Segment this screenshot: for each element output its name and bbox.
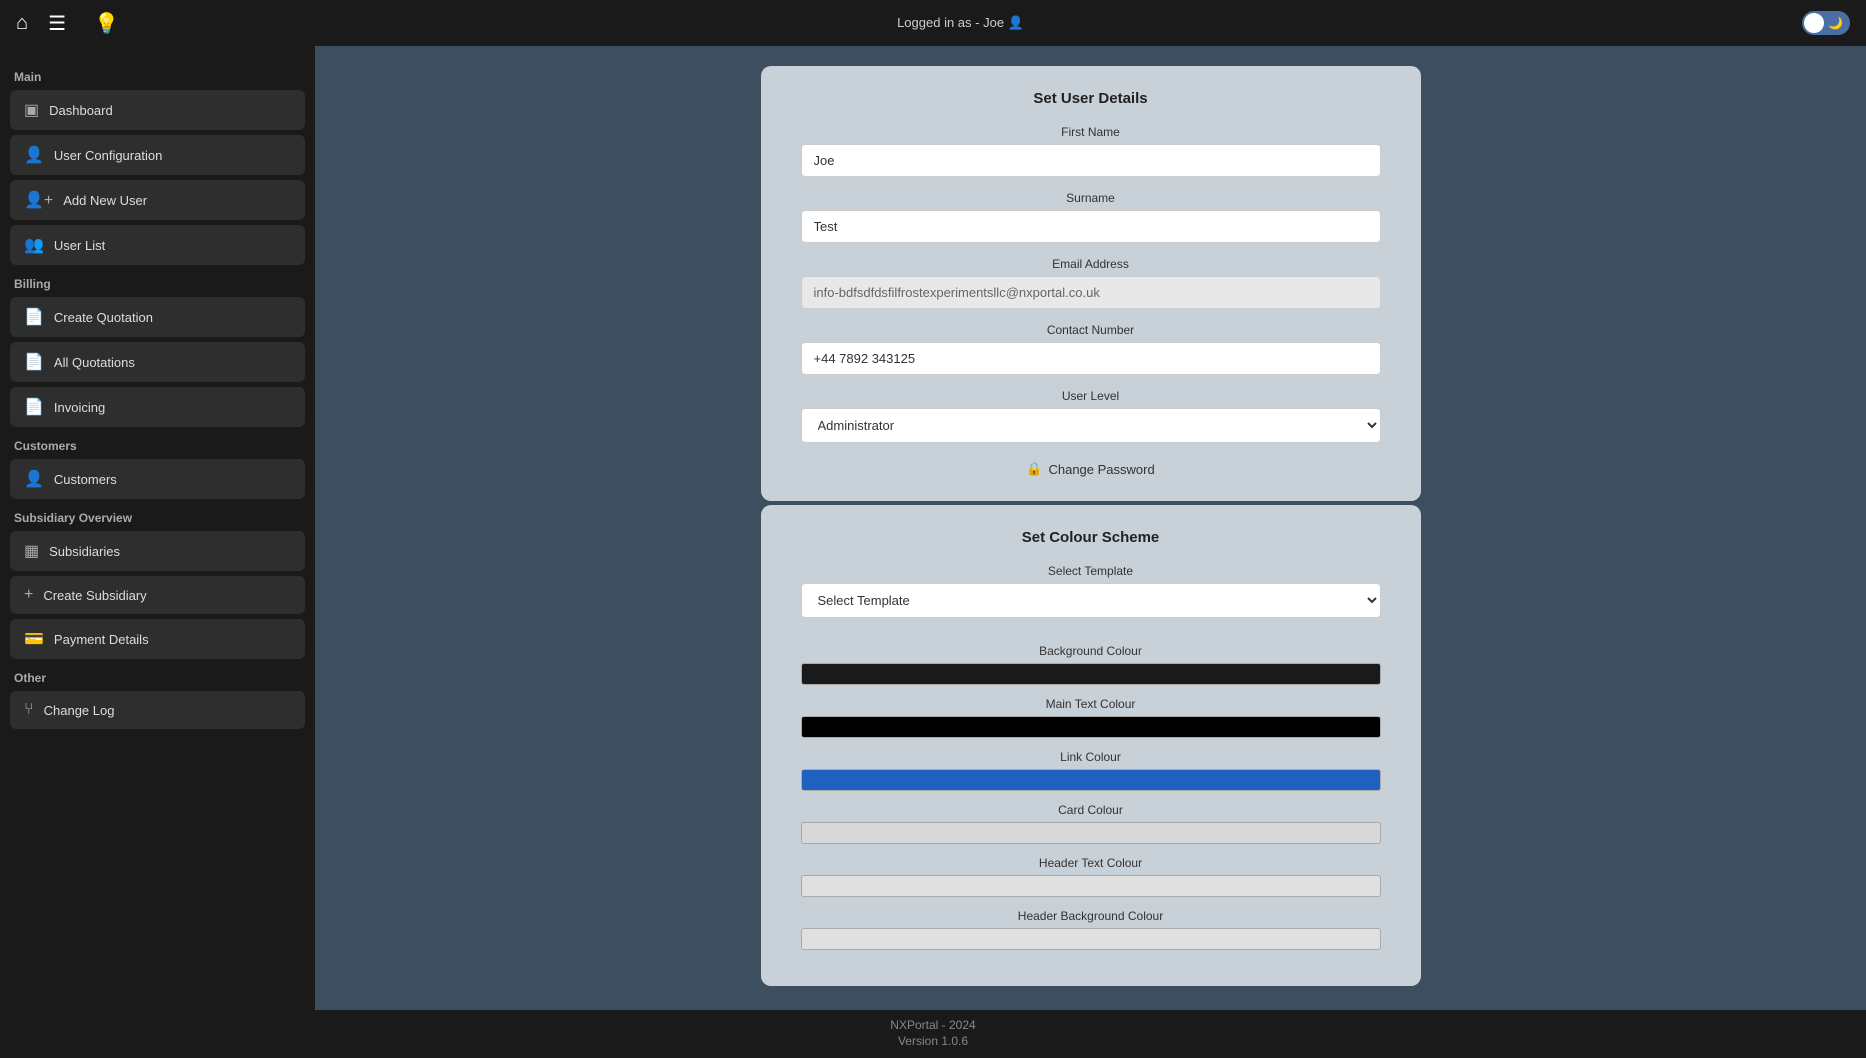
link-colour-row: Link Colour — [801, 750, 1381, 791]
user-details-title: Set User Details — [801, 90, 1381, 107]
user-details-card: Set User Details First Name Surname Emai… — [761, 66, 1421, 501]
sidebar-item-create-subsidiary[interactable]: + Create Subsidiary — [10, 576, 305, 614]
footer-line1: NXPortal - 2024 — [0, 1018, 1866, 1032]
payment-details-icon: 💳 — [24, 629, 44, 649]
change-password-label: Change Password — [1048, 462, 1154, 477]
sidebar-item-add-new-user[interactable]: 👤+ Add New User — [10, 180, 305, 220]
background-colour-bar[interactable] — [801, 663, 1381, 685]
sidebar-item-user-configuration[interactable]: 👤 User Configuration — [10, 135, 305, 175]
add-new-user-label: Add New User — [63, 193, 147, 208]
header-background-colour-bar[interactable] — [801, 928, 1381, 950]
header-text-colour-bar[interactable] — [801, 875, 1381, 897]
user-level-select[interactable]: AdministratorUserViewer — [801, 408, 1381, 443]
customers-icon: 👤 — [24, 469, 44, 489]
invoicing-icon: 📄 — [24, 397, 44, 417]
colour-scheme-title: Set Colour Scheme — [801, 529, 1381, 546]
email-label: Email Address — [801, 257, 1381, 271]
customers-label: Customers — [54, 472, 117, 487]
link-colour-label: Link Colour — [801, 750, 1381, 764]
sidebar-item-user-list[interactable]: 👥 User List — [10, 225, 305, 265]
create-subsidiary-label: Create Subsidiary — [43, 588, 146, 603]
all-quotations-label: All Quotations — [54, 355, 135, 370]
surname-input[interactable] — [801, 210, 1381, 243]
toggle-knob — [1804, 13, 1824, 33]
dark-mode-toggle[interactable]: 🌙 — [1802, 11, 1850, 35]
footer-line2: Version 1.0.6 — [0, 1034, 1866, 1048]
sidebar-section-label-billing: Billing — [14, 277, 305, 291]
create-quotation-icon: 📄 — [24, 307, 44, 327]
main-text-colour-bar[interactable] — [801, 716, 1381, 738]
top-bar: ⌂ ☰ 💡 Logged in as - Joe 👤 🌙 — [0, 0, 1866, 46]
subsidiaries-label: Subsidiaries — [49, 544, 120, 559]
sidebar-item-payment-details[interactable]: 💳 Payment Details — [10, 619, 305, 659]
content-area: Set User Details First Name Surname Emai… — [315, 46, 1866, 1010]
sidebar-item-invoicing[interactable]: 📄 Invoicing — [10, 387, 305, 427]
footer: NXPortal - 2024 Version 1.0.6 — [0, 1010, 1866, 1058]
subsidiaries-icon: ▦ — [24, 541, 39, 561]
sidebar-item-subsidiaries[interactable]: ▦ Subsidiaries — [10, 531, 305, 571]
surname-label: Surname — [801, 191, 1381, 205]
dashboard-icon: ▣ — [24, 100, 39, 120]
user-configuration-icon: 👤 — [24, 145, 44, 165]
user-level-label: User Level — [801, 389, 1381, 403]
moon-icon: 🌙 — [1828, 16, 1843, 30]
main-layout: Main▣Dashboard👤User Configuration👤+Add N… — [0, 46, 1866, 1010]
link-colour-bar[interactable] — [801, 769, 1381, 791]
contact-input[interactable] — [801, 342, 1381, 375]
select-template-row: Select Template Select TemplateDefaultDa… — [801, 564, 1381, 632]
invoicing-label: Invoicing — [54, 400, 105, 415]
sidebar-section-label-customers: Customers — [14, 439, 305, 453]
sidebar: Main▣Dashboard👤User Configuration👤+Add N… — [0, 46, 315, 1010]
user-configuration-label: User Configuration — [54, 148, 162, 163]
top-bar-right: 🌙 — [1802, 11, 1850, 35]
user-account-icon: 👤 — [1008, 15, 1024, 30]
payment-details-label: Payment Details — [54, 632, 149, 647]
create-quotation-label: Create Quotation — [54, 310, 153, 325]
user-list-label: User List — [54, 238, 105, 253]
add-new-user-icon: 👤+ — [24, 190, 53, 210]
card-colour-row: Card Colour — [801, 803, 1381, 844]
background-colour-label: Background Colour — [801, 644, 1381, 658]
change-log-label: Change Log — [44, 703, 115, 718]
template-select[interactable]: Select TemplateDefaultDarkLight — [801, 583, 1381, 618]
home-icon[interactable]: ⌂ — [16, 12, 28, 35]
header-background-colour-row: Header Background Colour — [801, 909, 1381, 950]
first-name-input[interactable] — [801, 144, 1381, 177]
sidebar-item-dashboard[interactable]: ▣ Dashboard — [10, 90, 305, 130]
select-template-label: Select Template — [801, 564, 1381, 578]
logged-in-text: Logged in as - Joe 👤 — [897, 15, 1024, 31]
hamburger-icon[interactable]: ☰ — [48, 11, 66, 36]
contact-label: Contact Number — [801, 323, 1381, 337]
card-colour-label: Card Colour — [801, 803, 1381, 817]
change-log-icon: ⑂ — [24, 701, 34, 719]
main-text-colour-row: Main Text Colour — [801, 697, 1381, 738]
header-background-colour-label: Header Background Colour — [801, 909, 1381, 923]
sidebar-item-all-quotations[interactable]: 📄 All Quotations — [10, 342, 305, 382]
sidebar-item-customers[interactable]: 👤 Customers — [10, 459, 305, 499]
change-password-button[interactable]: 🔒 Change Password — [801, 461, 1381, 477]
bulb-icon[interactable]: 💡 — [94, 11, 119, 36]
main-text-colour-label: Main Text Colour — [801, 697, 1381, 711]
user-list-icon: 👥 — [24, 235, 44, 255]
header-text-colour-row: Header Text Colour — [801, 856, 1381, 897]
dashboard-label: Dashboard — [49, 103, 113, 118]
card-colour-bar[interactable] — [801, 822, 1381, 844]
background-colour-row: Background Colour — [801, 644, 1381, 685]
sidebar-item-create-quotation[interactable]: 📄 Create Quotation — [10, 297, 305, 337]
sidebar-section-label-subsidiary-overview: Subsidiary Overview — [14, 511, 305, 525]
sidebar-item-change-log[interactable]: ⑂ Change Log — [10, 691, 305, 729]
sidebar-section-label-other: Other — [14, 671, 305, 685]
header-text-colour-label: Header Text Colour — [801, 856, 1381, 870]
all-quotations-icon: 📄 — [24, 352, 44, 372]
sidebar-section-label-main: Main — [14, 70, 305, 84]
create-subsidiary-icon: + — [24, 586, 33, 604]
colour-scheme-card: Set Colour Scheme Select Template Select… — [761, 505, 1421, 986]
email-input — [801, 276, 1381, 309]
top-bar-left: ⌂ ☰ 💡 — [16, 11, 119, 36]
first-name-label: First Name — [801, 125, 1381, 139]
lock-icon: 🔒 — [1026, 461, 1042, 477]
